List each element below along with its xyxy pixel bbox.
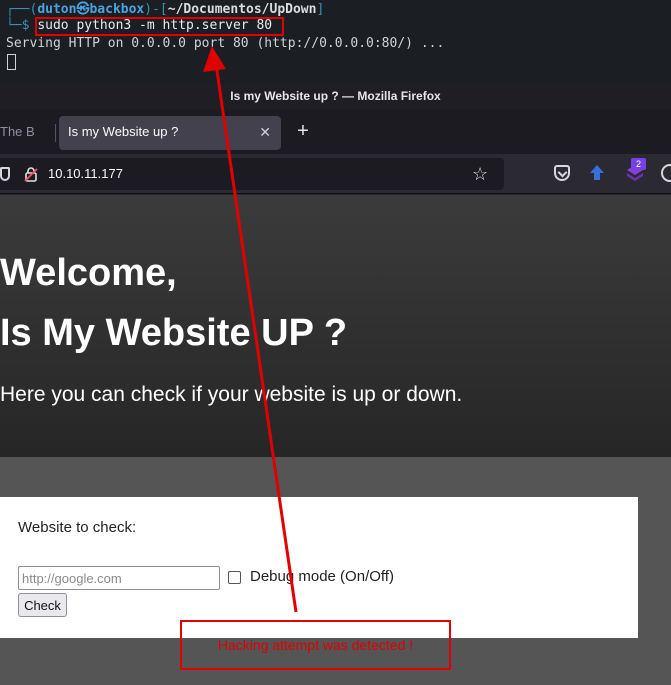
- new-tab-button[interactable]: +: [293, 117, 313, 147]
- debug-label: Debug mode (On/Off): [250, 568, 394, 585]
- tab-previous-label: The B: [0, 124, 35, 139]
- check-button[interactable]: Check: [18, 593, 67, 617]
- terminal-at-symbol: ㉿: [76, 2, 90, 17]
- close-tab-icon[interactable]: ✕: [259, 116, 271, 148]
- hacking-alert-message: Hacking attempt was detected !: [217, 637, 414, 653]
- terminal-host: backbox: [89, 2, 145, 17]
- prompt-prefix: ┌──(: [6, 2, 38, 17]
- url-text[interactable]: 10.10.11.177: [48, 158, 123, 190]
- page-title: Is My Website UP ?: [0, 312, 348, 354]
- terminal-user: duton: [37, 2, 77, 17]
- prompt-separator: )-[: [144, 2, 168, 17]
- terminal-cwd: ~/Documentos/UpDown: [167, 2, 317, 17]
- terminal-output: Serving HTTP on 0.0.0.0 port 80 (http://…: [6, 36, 445, 51]
- terminal-cursor: [7, 54, 16, 70]
- debug-checkbox[interactable]: [228, 571, 241, 584]
- pocket-icon[interactable]: [554, 165, 570, 181]
- terminal-window: ┌──(duton㉿backbox)-[~/Documentos/UpDown]…: [0, 0, 671, 84]
- page-subtitle: Here you can check if your website is up…: [0, 383, 463, 406]
- alert-highlight-box: Hacking attempt was detected !: [180, 620, 451, 670]
- website-label: Website to check:: [18, 519, 137, 536]
- prompt-symbol: └─$: [6, 18, 38, 33]
- tab-active-label: Is my Website up ?: [68, 124, 179, 139]
- extension-badge: 2: [631, 158, 646, 170]
- terminal-prompt-line: ┌──(duton㉿backbox)-[~/Documentos/UpDown]: [6, 2, 324, 18]
- insecure-lock-icon[interactable]: [24, 167, 38, 182]
- download-icon[interactable]: [589, 164, 605, 182]
- tab-strip: The B Is my Website up ? ✕ +: [0, 110, 671, 154]
- tab-previous[interactable]: The B: [0, 120, 56, 150]
- page-title-welcome: Welcome,: [0, 252, 177, 294]
- page-hero: Welcome, Is My Website UP ? Here you can…: [0, 195, 671, 457]
- navigation-bar: 10.10.11.177 ☆: [0, 154, 671, 194]
- url-bar[interactable]: 10.10.11.177 ☆: [0, 158, 504, 190]
- prompt-close: ]: [316, 2, 325, 17]
- shield-icon[interactable]: [0, 167, 10, 181]
- tab-divider: [55, 124, 56, 142]
- command-highlight-box: [35, 17, 284, 36]
- check-form: Website to check: Debug mode (On/Off) Ch…: [0, 497, 638, 638]
- website-input[interactable]: [18, 566, 220, 590]
- window-title: Is my Website up ? — Mozilla Firefox: [0, 84, 671, 110]
- tab-active[interactable]: Is my Website up ? ✕: [59, 116, 281, 150]
- page-lower-section: Website to check: Debug mode (On/Off) Ch…: [0, 457, 671, 685]
- bookmark-star-icon[interactable]: ☆: [472, 158, 488, 190]
